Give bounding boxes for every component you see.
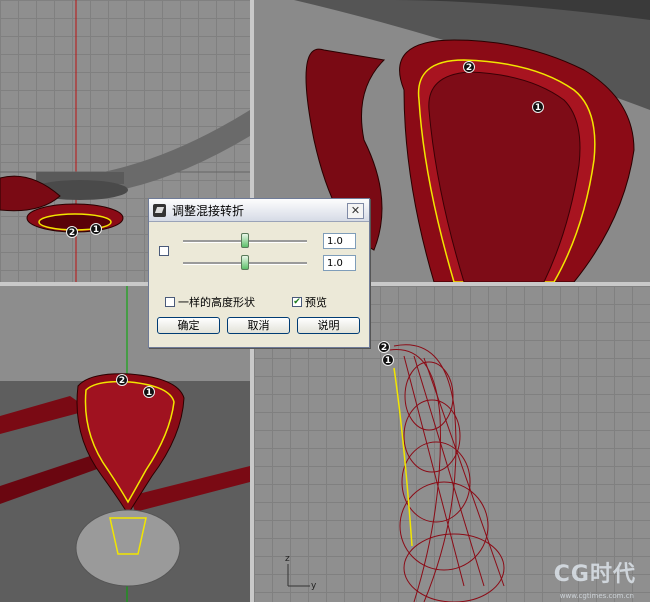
slider1-thumb[interactable] xyxy=(241,233,249,248)
help-button[interactable]: 说明 xyxy=(297,317,360,334)
marker-1-perspective: 1 xyxy=(532,101,544,113)
marker-1-top: 1 xyxy=(90,223,102,235)
link-sliders-checkbox[interactable] xyxy=(159,246,169,256)
preview-label: 预览 xyxy=(305,296,327,309)
watermark-url: www.cgtimes.com.cn xyxy=(559,592,634,600)
preview-checkbox[interactable]: ✔ xyxy=(292,297,302,307)
cancel-button[interactable]: 取消 xyxy=(227,317,290,334)
marker-2-top: 2 xyxy=(66,226,78,238)
same-height-checkbox[interactable] xyxy=(165,297,175,307)
preview-option[interactable]: ✔ 预览 xyxy=(292,294,327,310)
adjust-blend-bulge-dialog: 调整混接转折 ✕ 1.0 1.0 一样的高度形状 ✔ 预览 确定 取消 说明 xyxy=(148,198,370,348)
marker-2-right: 2 xyxy=(378,341,390,353)
ok-button[interactable]: 确定 xyxy=(157,317,220,334)
close-button[interactable]: ✕ xyxy=(347,203,364,219)
dialog-title: 调整混接转折 xyxy=(172,203,245,218)
slider1-value-field[interactable]: 1.0 xyxy=(323,233,356,249)
marker-2-front: 2 xyxy=(116,374,128,386)
axis-y-label: y xyxy=(311,581,317,591)
marker-1-front: 1 xyxy=(143,386,155,398)
same-height-label: 一样的高度形状 xyxy=(178,296,255,309)
slider2-value-field[interactable]: 1.0 xyxy=(323,255,356,271)
watermark: CG时代 xyxy=(553,562,636,587)
dialog-titlebar[interactable]: 调整混接转折 ✕ xyxy=(149,199,369,222)
same-height-option[interactable]: 一样的高度形状 xyxy=(165,294,255,310)
marker-2-perspective: 2 xyxy=(463,61,475,73)
axis-z-label: z xyxy=(285,554,290,564)
marker-1-right: 1 xyxy=(382,354,394,366)
slider2-thumb[interactable] xyxy=(241,255,249,270)
app-icon xyxy=(153,203,166,217)
